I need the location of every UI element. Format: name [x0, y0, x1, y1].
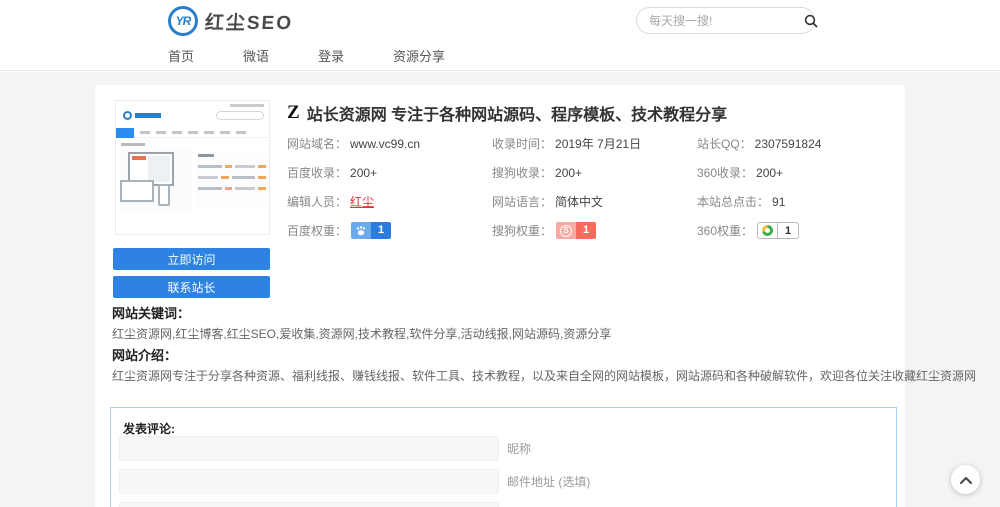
- keywords-heading: 网站关键词：: [112, 303, 190, 322]
- top-header: YR 红尘SEO: [0, 0, 1000, 41]
- nav-item-login[interactable]: 登录: [318, 46, 344, 65]
- thumbnail-nav: [116, 128, 270, 138]
- site-title-text: 站长资源网 专注于各种网站源码、程序模板、技术教程分享: [307, 101, 727, 125]
- site-logo[interactable]: YR 红尘SEO: [168, 5, 293, 37]
- site-thumbnail[interactable]: [115, 100, 270, 235]
- thumbnail-article-list: [196, 150, 268, 210]
- thumbnail-top-links: [230, 104, 264, 107]
- nickname-input[interactable]: [119, 436, 499, 461]
- nickname-label: 昵称: [507, 440, 531, 457]
- field-included-date: 收录时间： 2019年 7月21日: [492, 129, 697, 158]
- comment-form: 发表评论: 昵称 邮件地址 (选填) 个人主页 (选填): [110, 407, 897, 507]
- comment-email-row: 邮件地址 (选填): [119, 469, 590, 494]
- page-title: Z 站长资源网 专注于各种网站源码、程序模板、技术教程分享: [287, 101, 727, 125]
- field-sogou-weight: 搜狗权重： S 1: [492, 216, 697, 245]
- email-label: 邮件地址 (选填): [507, 473, 590, 490]
- field-baidu-weight: 百度权重： 1: [287, 216, 492, 245]
- sogou-s-icon: S: [556, 222, 576, 239]
- field-language: 网站语言： 简体中文: [492, 187, 697, 216]
- comment-form-title: 发表评论:: [123, 420, 175, 437]
- field-total-clicks: 本站总点击： 91: [697, 187, 893, 216]
- page: YR 红尘SEO 首页 微语 登录 资源分享: [0, 0, 1000, 507]
- content-background: Z 站长资源网 专注于各种网站源码、程序模板、技术教程分享 网站域名： www.…: [0, 72, 1000, 507]
- thumbnail-search: [216, 111, 264, 120]
- comment-nickname-row: 昵称: [119, 436, 531, 461]
- search-input[interactable]: [649, 14, 804, 28]
- 360-weight-badge: 1: [757, 222, 799, 239]
- intro-heading: 网站介绍：: [112, 345, 177, 364]
- email-input[interactable]: [119, 469, 499, 494]
- field-webmaster-qq: 站长QQ： 2307591824: [697, 129, 893, 158]
- field-editor: 编辑人员： 红尘: [287, 187, 492, 216]
- keywords-text: 红尘资源网,红尘博客,红尘SEO,爱收集,资源网,技术教程,软件分享,活动线报,…: [112, 325, 611, 342]
- visit-now-button[interactable]: 立即访问: [113, 248, 270, 270]
- nav-item-weiyu[interactable]: 微语: [243, 46, 269, 65]
- back-to-top-button[interactable]: [951, 465, 980, 494]
- site-favicon: Z: [287, 102, 300, 124]
- field-360-included: 360收录： 200+: [697, 158, 893, 187]
- baidu-weight-badge: 1: [351, 222, 391, 239]
- search-box[interactable]: [636, 7, 815, 34]
- search-icon[interactable]: [804, 14, 818, 28]
- thumbnail-hero-image: [120, 150, 192, 210]
- homepage-input[interactable]: [119, 502, 499, 507]
- editor-link[interactable]: 红尘: [350, 193, 374, 210]
- site-info-grid: 网站域名： www.vc99.cn 收录时间： 2019年 7月21日 站长QQ…: [287, 129, 893, 245]
- comment-homepage-row: 个人主页 (选填): [119, 502, 590, 507]
- field-site-domain: 网站域名： www.vc99.cn: [287, 129, 492, 158]
- field-baidu-included: 百度收录： 200+: [287, 158, 492, 187]
- contact-webmaster-button[interactable]: 联系站长: [113, 276, 270, 298]
- intro-text: 红尘资源网专注于分享各种资源、福利线报、赚钱线报、软件工具、技术教程，以及来自全…: [112, 367, 976, 384]
- site-detail-card: Z 站长资源网 专注于各种网站源码、程序模板、技术教程分享 网站域名： www.…: [95, 85, 905, 507]
- logo-yr-icon: YR: [168, 6, 198, 36]
- main-nav: 首页 微语 登录 资源分享: [0, 41, 1000, 71]
- sogou-weight-badge: S 1: [556, 222, 596, 239]
- chevron-up-icon: [960, 476, 972, 484]
- field-sogou-included: 搜狗收录： 200+: [492, 158, 697, 187]
- nav-item-resource-share[interactable]: 资源分享: [393, 46, 445, 65]
- thumbnail-logo: [123, 111, 161, 120]
- thumbnail-category-label: [121, 143, 145, 146]
- field-360-weight: 360权重： 1: [697, 216, 893, 245]
- logo-text: 红尘SEO: [204, 8, 294, 35]
- baidu-paw-icon: [351, 222, 371, 239]
- 360-ring-icon: [758, 223, 778, 238]
- nav-item-home[interactable]: 首页: [168, 46, 194, 65]
